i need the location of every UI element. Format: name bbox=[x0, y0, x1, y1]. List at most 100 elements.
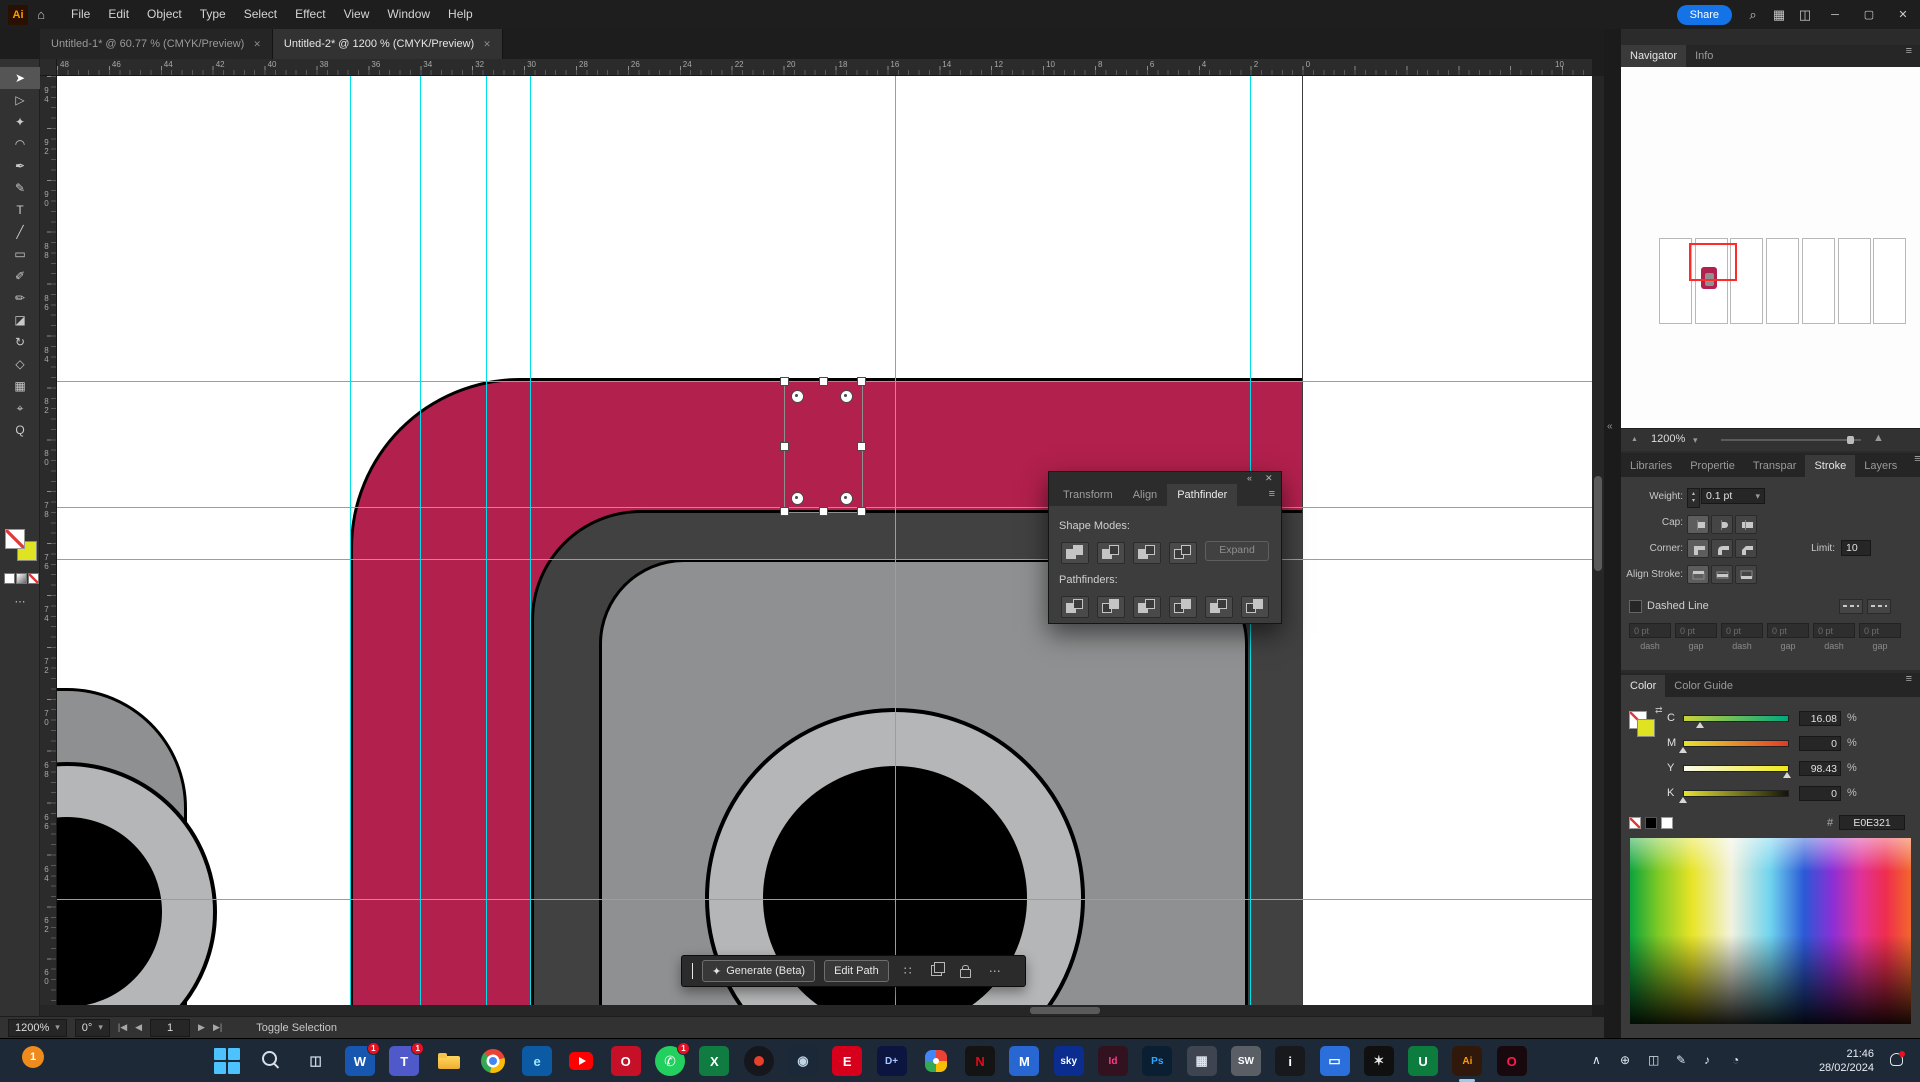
chrome-icon[interactable] bbox=[478, 1046, 508, 1076]
selection-handle[interactable] bbox=[780, 507, 789, 516]
document-tab[interactable]: Untitled-2* @ 1200 % (CMYK/Preview)✕ bbox=[273, 29, 503, 59]
menu-object[interactable]: Object bbox=[138, 0, 191, 29]
slider-thumb-c[interactable] bbox=[1696, 722, 1704, 728]
weight-stepper[interactable]: ▴▾ bbox=[1687, 488, 1700, 508]
pathfinder-outline[interactable] bbox=[1205, 596, 1233, 618]
horizontal-scroll-thumb[interactable] bbox=[1030, 1007, 1100, 1014]
anchor-points-icon[interactable]: ∷ bbox=[898, 964, 918, 978]
tab-close-icon[interactable]: ✕ bbox=[483, 39, 491, 50]
zoom-in-icon[interactable]: ▲ bbox=[1873, 432, 1884, 444]
ticket-app-icon[interactable]: ▭ bbox=[1320, 1046, 1350, 1076]
close-button[interactable]: ✕ bbox=[1886, 0, 1920, 29]
type-tool[interactable]: T bbox=[0, 199, 40, 221]
cap-button-1[interactable] bbox=[1711, 515, 1733, 534]
slider-track-k[interactable] bbox=[1683, 790, 1789, 797]
cap-button-0[interactable] bbox=[1687, 515, 1709, 534]
slider-thumb-k[interactable] bbox=[1679, 797, 1687, 803]
weight-field[interactable]: 0.1 pt▾ bbox=[1701, 488, 1765, 504]
collapse-panel-icon[interactable]: « bbox=[1247, 472, 1252, 484]
magic-wand-tool[interactable]: ✦ bbox=[0, 111, 40, 133]
youtube-icon[interactable] bbox=[566, 1046, 596, 1076]
navigator-tab-navigator[interactable]: Navigator bbox=[1621, 45, 1686, 67]
sw-app-icon[interactable]: SW bbox=[1231, 1046, 1261, 1076]
color-tab-color[interactable]: Color bbox=[1621, 675, 1665, 697]
fill-stroke-indicator[interactable] bbox=[5, 529, 37, 561]
paintbrush-tool[interactable]: ✐ bbox=[0, 265, 40, 287]
photos-icon[interactable] bbox=[921, 1046, 951, 1076]
fill-swatch[interactable] bbox=[5, 529, 25, 549]
horizontal-ruler[interactable]: 4846444240383634323028262422201816141210… bbox=[57, 59, 1592, 76]
guide-vertical[interactable] bbox=[530, 76, 531, 1005]
claw-app-icon[interactable]: ✶ bbox=[1364, 1046, 1394, 1076]
pathfinder-crop[interactable] bbox=[1169, 596, 1197, 618]
menu-view[interactable]: View bbox=[335, 0, 379, 29]
corner-button-1[interactable] bbox=[1711, 539, 1733, 558]
eventim-icon[interactable]: E bbox=[832, 1046, 862, 1076]
slider-track-m[interactable] bbox=[1683, 740, 1789, 747]
selection-handle[interactable] bbox=[819, 377, 828, 386]
panel-tab-propertie[interactable]: Propertie bbox=[1681, 455, 1744, 477]
scale-tool[interactable]: ◇ bbox=[0, 353, 40, 375]
slider-track-c[interactable] bbox=[1683, 715, 1789, 722]
shape-mode-exclude[interactable] bbox=[1169, 542, 1197, 564]
edge-icon[interactable]: e bbox=[522, 1046, 552, 1076]
vertical-ruler[interactable]: 949290888684828078767472706866646260 bbox=[40, 76, 57, 1005]
tab-close-icon[interactable]: ✕ bbox=[253, 39, 261, 50]
gradient-tool[interactable]: ▦ bbox=[0, 375, 40, 397]
selection-handle[interactable] bbox=[857, 507, 866, 516]
shape-mode-unite[interactable] bbox=[1061, 542, 1089, 564]
pen-tool[interactable]: ✒ bbox=[0, 155, 40, 177]
pathfinder-minus-back[interactable] bbox=[1241, 596, 1269, 618]
selection-handle[interactable] bbox=[819, 507, 828, 516]
none-swatch[interactable] bbox=[1629, 817, 1641, 829]
pen-input-icon[interactable]: ✎ bbox=[1676, 1053, 1686, 1067]
alert-badge[interactable]: 1 bbox=[22, 1046, 44, 1068]
slider-thumb-y[interactable] bbox=[1783, 772, 1791, 778]
document-tab[interactable]: Untitled-1* @ 60.77 % (CMYK/Preview)✕ bbox=[40, 29, 273, 59]
color-spectrum[interactable] bbox=[1630, 838, 1911, 1024]
dash-field[interactable]: 0 pt bbox=[1859, 623, 1901, 638]
recorder-icon[interactable] bbox=[744, 1046, 774, 1076]
last-artboard-button[interactable]: ▶| bbox=[213, 1022, 222, 1033]
display-icon[interactable]: ◫ bbox=[1648, 1053, 1659, 1067]
search-icon[interactable]: ⌕ bbox=[1740, 7, 1766, 23]
selection-handle[interactable] bbox=[780, 377, 789, 386]
horizontal-scrollbar[interactable] bbox=[40, 1005, 1592, 1016]
first-artboard-button[interactable]: |◀ bbox=[118, 1022, 127, 1033]
calculator-icon[interactable]: ▦ bbox=[1187, 1046, 1217, 1076]
anchor-point-widget[interactable] bbox=[791, 492, 804, 505]
canvas[interactable] bbox=[57, 76, 1592, 1005]
limit-field[interactable]: 10 bbox=[1841, 540, 1871, 556]
navigator-preview[interactable] bbox=[1621, 67, 1920, 428]
dash-field[interactable]: 0 pt bbox=[1629, 623, 1671, 638]
guide-horizontal[interactable] bbox=[57, 899, 1592, 900]
excel-icon[interactable]: X bbox=[699, 1046, 729, 1076]
lasso-tool[interactable]: ◠ bbox=[0, 133, 40, 155]
close-panel-icon[interactable]: ✕ bbox=[1265, 472, 1273, 484]
pathfinder-tab-align[interactable]: Align bbox=[1123, 484, 1167, 506]
panel-tab-libraries[interactable]: Libraries bbox=[1621, 455, 1681, 477]
next-artboard-button[interactable]: ▶ bbox=[198, 1022, 205, 1033]
color-mode-icon[interactable] bbox=[4, 573, 15, 584]
teams-icon[interactable]: T1 bbox=[389, 1046, 419, 1076]
white-swatch[interactable] bbox=[1661, 817, 1673, 829]
arrange-documents-icon[interactable]: ▦ bbox=[1766, 7, 1792, 23]
fill-color-swatch[interactable] bbox=[1637, 719, 1655, 737]
selection-tool[interactable]: ➤ bbox=[0, 67, 40, 89]
panel-menu-icon[interactable]: ≡ bbox=[1906, 453, 1920, 477]
home-icon[interactable]: ⌂ bbox=[28, 7, 54, 22]
mail-icon[interactable]: M bbox=[1009, 1046, 1039, 1076]
shape-mode-intersect[interactable] bbox=[1133, 542, 1161, 564]
black-swatch[interactable] bbox=[1645, 817, 1657, 829]
volume-icon[interactable]: ◔ bbox=[1732, 1053, 1739, 1067]
file-explorer-icon[interactable] bbox=[434, 1046, 464, 1076]
prev-artboard-button[interactable]: ◀ bbox=[135, 1022, 142, 1033]
rectangle-tool[interactable]: ▭ bbox=[0, 243, 40, 265]
collapse-panels-icon[interactable]: « bbox=[1607, 421, 1613, 432]
lock-icon[interactable] bbox=[956, 964, 976, 978]
corner-button-2[interactable] bbox=[1735, 539, 1757, 558]
menu-select[interactable]: Select bbox=[235, 0, 286, 29]
edit-path-button[interactable]: Edit Path bbox=[824, 960, 889, 982]
chevron-down-icon[interactable]: ▾ bbox=[1693, 435, 1698, 446]
navigator-zoom-value[interactable]: 1200% bbox=[1651, 433, 1685, 445]
